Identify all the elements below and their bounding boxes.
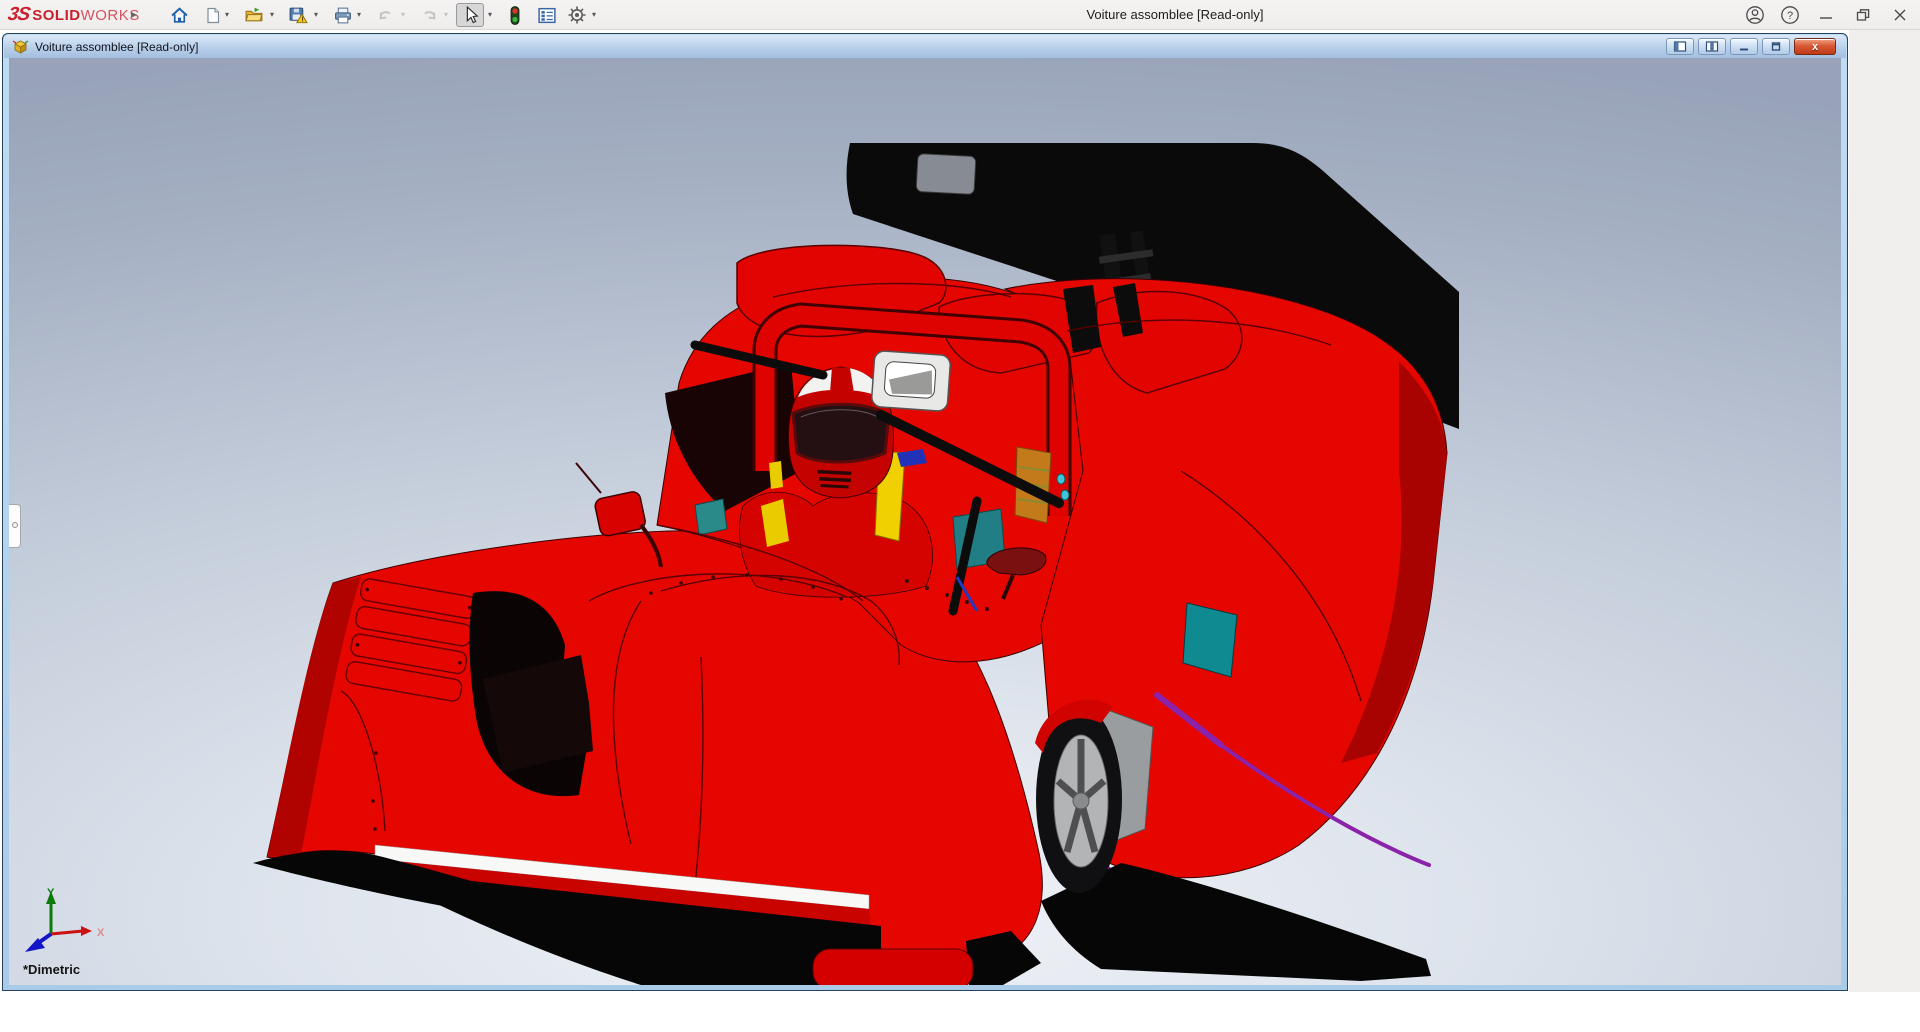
close-icon (1891, 6, 1909, 24)
helmet-chin-vents (817, 470, 852, 489)
options-dropdown[interactable]: ▾ (592, 10, 596, 19)
solidworks-logo-solid: SOLID (32, 7, 80, 24)
document-title-bar[interactable]: Voiture assomblee [Read-only] (4, 35, 1846, 58)
model-race-car (9, 58, 1841, 985)
help-glyph: ? (1787, 10, 1793, 22)
home-icon (170, 6, 189, 25)
helmet-stripe (830, 367, 854, 393)
gear-icon (567, 5, 587, 25)
shadow-right-of-lip (966, 931, 1041, 985)
redo-button[interactable] (417, 3, 441, 27)
doc-minimize-icon (1736, 40, 1752, 53)
print-icon (333, 6, 353, 25)
cockpit-cyan-light-2 (1061, 490, 1069, 500)
rebuild-button[interactable] (503, 3, 527, 27)
minimize-icon (1817, 6, 1835, 24)
save-dropdown[interactable]: ▾ (314, 10, 318, 19)
left-teal-detail (695, 499, 727, 535)
solidworks-logo: 3S SOLID WORKS (8, 4, 140, 26)
tab-grip-dot (12, 522, 18, 528)
app-restore-button[interactable] (1851, 3, 1875, 27)
app-close-button[interactable] (1888, 3, 1912, 27)
print-dropdown[interactable]: ▾ (357, 10, 361, 19)
left-mirror-antenna (576, 463, 601, 493)
app-window-title: Voiture assomblee [Read-only] (1000, 0, 1350, 30)
help-icon: ? (1780, 5, 1800, 25)
options-button[interactable] (565, 3, 589, 27)
nose-bottom-lip (813, 949, 973, 985)
view-orientation-label: *Dimetric (23, 962, 80, 977)
solidworks-logo-mark: 3S (6, 4, 31, 26)
left-mirror (594, 490, 647, 537)
app-minimize-button[interactable] (1814, 3, 1838, 27)
cockpit-cyan-light-1 (1057, 474, 1065, 484)
new-document-button[interactable] (201, 3, 225, 27)
triad-y-label: Y (47, 887, 55, 899)
pane-left-icon (1672, 40, 1688, 53)
save-icon: ! (288, 5, 308, 25)
account-icon (1745, 5, 1765, 25)
undo-button[interactable] (374, 3, 398, 27)
doc-pane-split-button[interactable] (1698, 38, 1726, 55)
orientation-triad: Y X (21, 884, 113, 956)
design-table-button[interactable] (535, 3, 559, 27)
app-title-bar: 3S SOLID WORKS ▸ ▾ ▾ ! (0, 0, 1920, 30)
open-dropdown[interactable]: ▾ (270, 10, 274, 19)
triad-x-label: X (97, 927, 105, 939)
redo-dropdown: ▾ (444, 10, 448, 19)
harness-strap-shoulder (769, 461, 783, 489)
design-table-icon (537, 6, 557, 25)
document-title: Voiture assomblee [Read-only] (35, 40, 198, 54)
select-tool-button[interactable] (456, 3, 484, 27)
open-button[interactable] (242, 3, 266, 27)
traffic-light-icon (507, 5, 523, 26)
redo-icon (419, 6, 439, 24)
new-document-dropdown[interactable]: ▾ (225, 10, 229, 19)
doc-close-glyph: x (1812, 41, 1818, 53)
open-folder-icon (244, 6, 264, 25)
restore-icon (1854, 6, 1872, 24)
helmet-visor (793, 404, 889, 462)
featuremanager-collapsed-tab[interactable] (9, 504, 21, 548)
help-button[interactable]: ? (1778, 3, 1802, 27)
doc-pane-left-button[interactable] (1666, 38, 1694, 55)
wing-slot (916, 154, 976, 195)
doc-minimize-button[interactable] (1730, 38, 1758, 55)
account-button[interactable] (1743, 3, 1767, 27)
doc-restore-icon (1768, 40, 1784, 53)
hoop-mirror-box (871, 350, 951, 411)
undo-dropdown: ▾ (401, 10, 405, 19)
doc-close-button[interactable]: x (1794, 38, 1836, 55)
breadcrumb-expand-icon[interactable]: ▸ (131, 7, 137, 21)
undo-icon (376, 6, 396, 24)
assembly-icon (12, 39, 29, 55)
save-button[interactable]: ! (286, 3, 310, 27)
desktop-background-bottom (0, 992, 1920, 1032)
document-window: Voiture assomblee [Read-only] (2, 33, 1848, 991)
pane-split-icon (1704, 40, 1720, 53)
new-document-icon (204, 6, 222, 25)
desktop-background (1849, 30, 1920, 992)
print-button[interactable] (331, 3, 355, 27)
warning-exclaim: ! (301, 15, 303, 24)
home-button[interactable] (167, 3, 191, 27)
doc-restore-button[interactable] (1762, 38, 1790, 55)
select-tool-dropdown[interactable]: ▾ (488, 10, 492, 19)
graphics-viewport[interactable]: Y X *Dimetric (9, 58, 1841, 985)
select-cursor-icon (461, 5, 480, 25)
